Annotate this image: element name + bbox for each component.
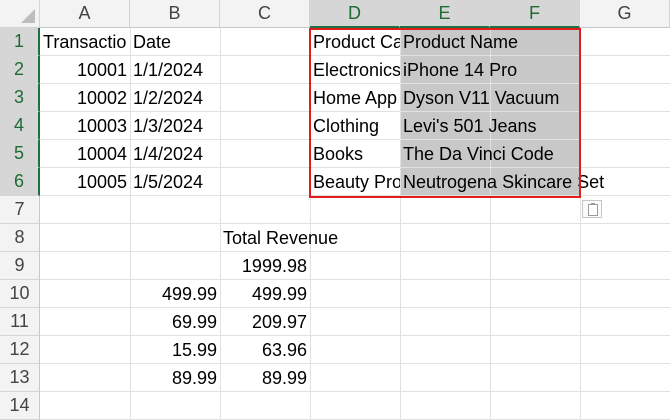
column-header-e[interactable]: E: [400, 0, 490, 28]
column-header-d[interactable]: D: [310, 0, 400, 28]
cell-d5[interactable]: Books: [310, 140, 400, 168]
cell-a1[interactable]: Transactio: [40, 28, 130, 56]
paste-options-icon[interactable]: [582, 200, 602, 218]
cell-c8[interactable]: Total Revenue: [220, 224, 360, 252]
row-header-12[interactable]: 12: [0, 336, 40, 364]
cell-a6[interactable]: 10005: [40, 168, 130, 196]
cell-e6[interactable]: Neutrogena Skincare Set: [400, 168, 640, 196]
cell-a4[interactable]: 10003: [40, 112, 130, 140]
cell-b6[interactable]: 1/5/2024: [130, 168, 220, 196]
cell-c9[interactable]: 1999.98: [220, 252, 310, 280]
cell-a3[interactable]: 10002: [40, 84, 130, 112]
row-header-6[interactable]: 6: [0, 168, 40, 196]
cell-d1[interactable]: Product Ca: [310, 28, 400, 56]
clipboard-icon: [588, 203, 598, 216]
cell-a2[interactable]: 10001: [40, 56, 130, 84]
select-all-triangle-icon: [21, 9, 35, 23]
cell-b5[interactable]: 1/4/2024: [130, 140, 220, 168]
cell-e1[interactable]: Product Name: [400, 28, 580, 56]
cell-d6[interactable]: Beauty Pro: [310, 168, 400, 196]
cell-d2[interactable]: Electronics: [310, 56, 400, 84]
cell-e3[interactable]: Dyson V11 Vacuum: [400, 84, 580, 112]
cell-c10[interactable]: 499.99: [220, 280, 310, 308]
cell-e4[interactable]: Levi's 501 Jeans: [400, 112, 580, 140]
cell-b10[interactable]: 499.99: [130, 280, 220, 308]
cell-b2[interactable]: 1/1/2024: [130, 56, 220, 84]
row-header-5[interactable]: 5: [0, 140, 40, 168]
row-header-13[interactable]: 13: [0, 364, 40, 392]
cell-d4[interactable]: Clothing: [310, 112, 400, 140]
cell-c13[interactable]: 89.99: [220, 364, 310, 392]
cell-b11[interactable]: 69.99: [130, 308, 220, 336]
gridline: [580, 28, 581, 420]
cell-b12[interactable]: 15.99: [130, 336, 220, 364]
cell-b4[interactable]: 1/3/2024: [130, 112, 220, 140]
row-header-3[interactable]: 3: [0, 84, 40, 112]
column-header-b[interactable]: B: [130, 0, 220, 28]
column-header-f[interactable]: F: [490, 0, 580, 28]
row-header-2[interactable]: 2: [0, 56, 40, 84]
cell-c12[interactable]: 63.96: [220, 336, 310, 364]
cell-b3[interactable]: 1/2/2024: [130, 84, 220, 112]
column-header-c[interactable]: C: [220, 0, 310, 28]
cell-b13[interactable]: 89.99: [130, 364, 220, 392]
cell-e2[interactable]: iPhone 14 Pro: [400, 56, 580, 84]
row-header-4[interactable]: 4: [0, 112, 40, 140]
cell-e5[interactable]: The Da Vinci Code: [400, 140, 580, 168]
row-header-11[interactable]: 11: [0, 308, 40, 336]
row-header-9[interactable]: 9: [0, 252, 40, 280]
cell-a5[interactable]: 10004: [40, 140, 130, 168]
row-header-14[interactable]: 14: [0, 392, 40, 420]
row-header-10[interactable]: 10: [0, 280, 40, 308]
spreadsheet-grid[interactable]: A B C D E F G 1 2 3 4 5 6 7 8 9 10 11 12…: [0, 0, 670, 420]
row-header-7[interactable]: 7: [0, 196, 40, 224]
cell-c11[interactable]: 209.97: [220, 308, 310, 336]
row-header-8[interactable]: 8: [0, 224, 40, 252]
column-header-a[interactable]: A: [40, 0, 130, 28]
cell-b1[interactable]: Date: [130, 28, 220, 56]
row-header-1[interactable]: 1: [0, 28, 40, 56]
column-header-g[interactable]: G: [580, 0, 670, 28]
select-all-corner[interactable]: [0, 0, 40, 28]
cell-d3[interactable]: Home App: [310, 84, 400, 112]
